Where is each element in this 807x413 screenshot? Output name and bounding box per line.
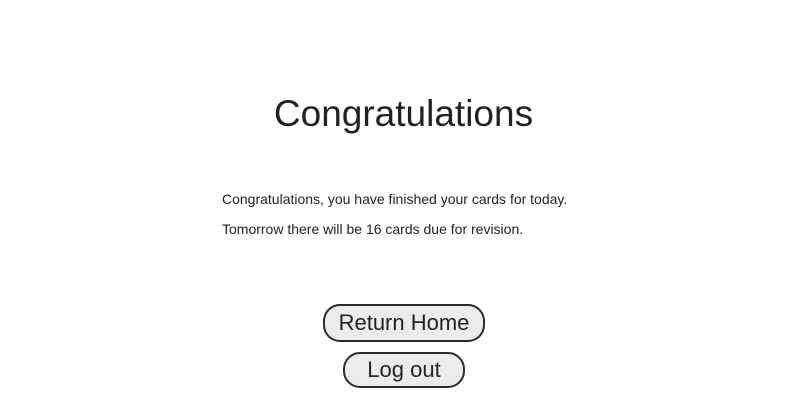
return-home-button[interactable]: Return Home	[323, 304, 485, 342]
logout-button[interactable]: Log out	[343, 352, 465, 388]
next-due-message: Tomorrow there will be 16 cards due for …	[222, 221, 524, 237]
page-title: Congratulations	[273, 93, 534, 134]
completion-message: Congratulations, you have finished your …	[222, 191, 568, 207]
congratulations-page: Congratulations Congratulations, you hav…	[0, 0, 807, 413]
